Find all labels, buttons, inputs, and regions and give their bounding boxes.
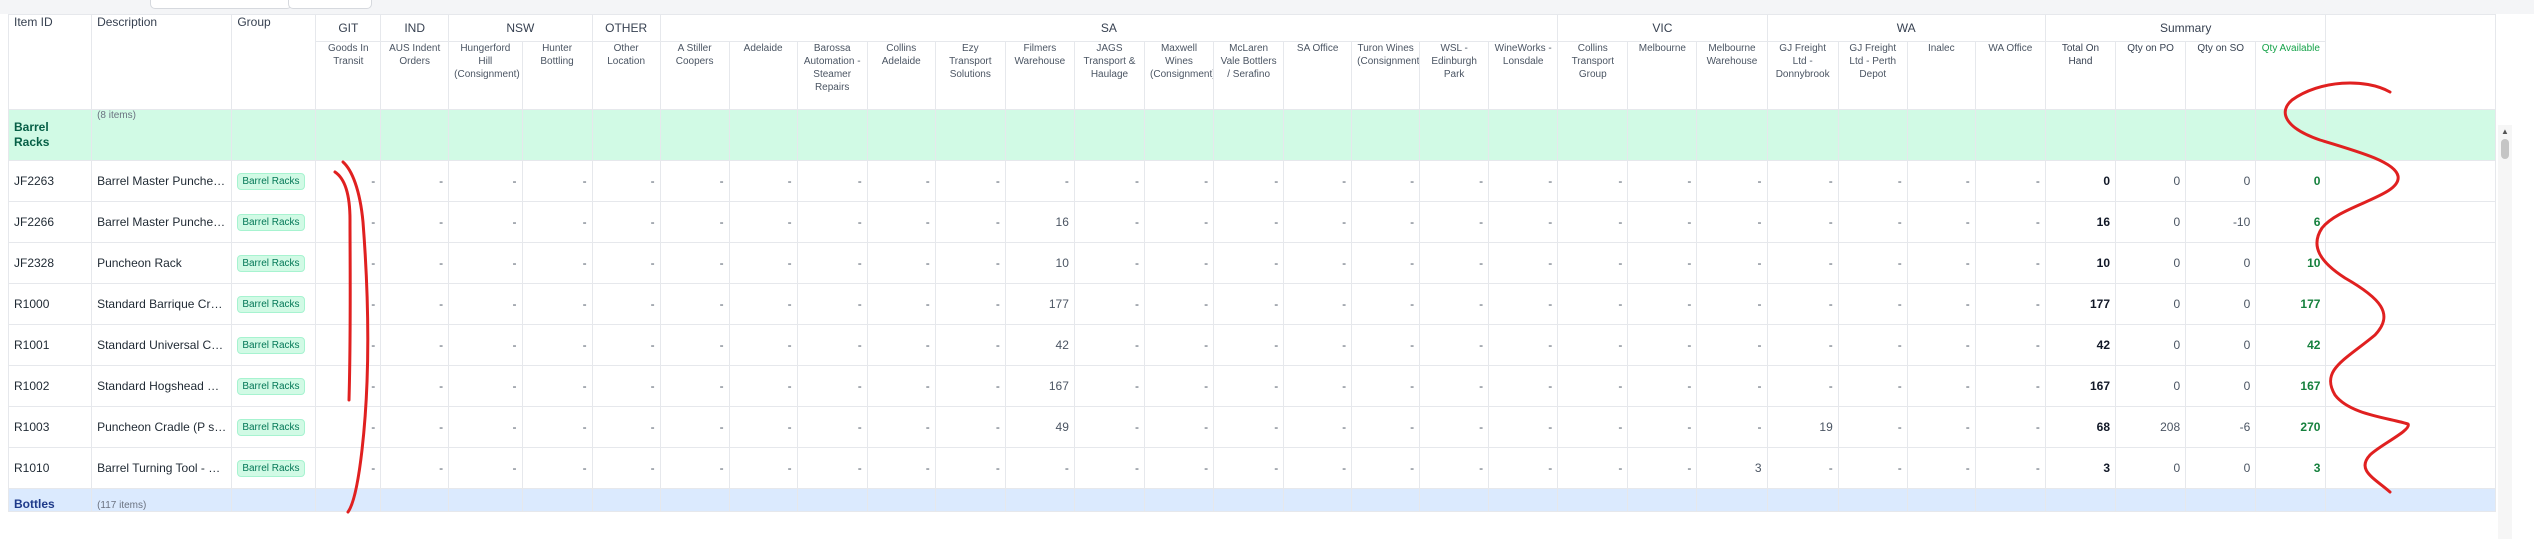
hand-drawn-annotations [333,81,2410,514]
red-ink-scribble [2283,81,2410,494]
red-ink-scribble [333,160,370,514]
